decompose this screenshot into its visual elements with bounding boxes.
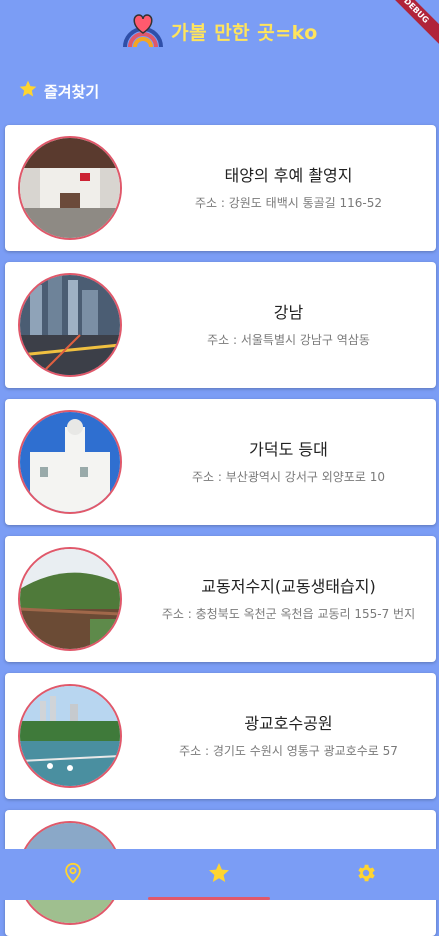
place-info: 태양의 후예 촬영지 주소 : 강원도 태백시 통골길 116-52 bbox=[155, 125, 422, 251]
favorites-list[interactable]: 태양의 후예 촬영지 주소 : 강원도 태백시 통골길 116-52 강남 주소… bbox=[0, 0, 439, 936]
place-card[interactable]: 가덕도 등대 주소 : 부산광역시 강서구 외양포로 10 bbox=[5, 399, 436, 525]
place-card[interactable]: 태양의 후예 촬영지 주소 : 강원도 태백시 통골길 116-52 bbox=[5, 125, 436, 251]
gear-icon bbox=[355, 862, 377, 888]
place-address: 주소 : 충청북도 옥천군 옥천읍 교동리 155-7 번지 bbox=[161, 607, 416, 622]
nav-map[interactable] bbox=[43, 855, 103, 895]
place-thumbnail bbox=[18, 136, 122, 240]
place-card[interactable]: 강남 주소 : 서울특별시 강남구 역삼동 bbox=[5, 262, 436, 388]
place-thumbnail bbox=[18, 273, 122, 377]
place-card[interactable]: 광교호수공원 주소 : 경기도 수원시 영통구 광교호수로 57 bbox=[5, 673, 436, 799]
location-pin-icon bbox=[62, 861, 84, 889]
star-icon bbox=[207, 861, 231, 889]
place-info: 가덕도 등대 주소 : 부산광역시 강서구 외양포로 10 bbox=[155, 399, 422, 525]
place-address: 주소 : 서울특별시 강남구 역삼동 bbox=[207, 333, 370, 348]
place-name: 가덕도 등대 bbox=[249, 440, 328, 460]
place-address: 주소 : 경기도 수원시 영통구 광교호수로 57 bbox=[179, 744, 398, 759]
place-name: 교동저수지(교동생태습지) bbox=[201, 577, 376, 597]
place-thumbnail bbox=[18, 684, 122, 788]
nav-settings[interactable] bbox=[336, 855, 396, 895]
place-info: 교동저수지(교동생태습지) 주소 : 충청북도 옥천군 옥천읍 교동리 155-… bbox=[155, 536, 422, 662]
place-name: 광교호수공원 bbox=[244, 714, 333, 734]
place-address: 주소 : 강원도 태백시 통골길 116-52 bbox=[194, 196, 383, 211]
bottom-navigation bbox=[0, 849, 439, 900]
place-card[interactable]: 교동저수지(교동생태습지) 주소 : 충청북도 옥천군 옥천읍 교동리 155-… bbox=[5, 536, 436, 662]
place-thumbnail bbox=[18, 410, 122, 514]
nav-favorites[interactable] bbox=[189, 855, 249, 895]
place-name: 태양의 후예 촬영지 bbox=[224, 166, 353, 186]
place-address: 주소 : 부산광역시 강서구 외양포로 10 bbox=[192, 470, 385, 485]
place-info: 강남 주소 : 서울특별시 강남구 역삼동 bbox=[155, 262, 422, 388]
place-info: 광교호수공원 주소 : 경기도 수원시 영통구 광교호수로 57 bbox=[155, 673, 422, 799]
place-thumbnail bbox=[18, 547, 122, 651]
place-name: 강남 bbox=[273, 303, 304, 323]
